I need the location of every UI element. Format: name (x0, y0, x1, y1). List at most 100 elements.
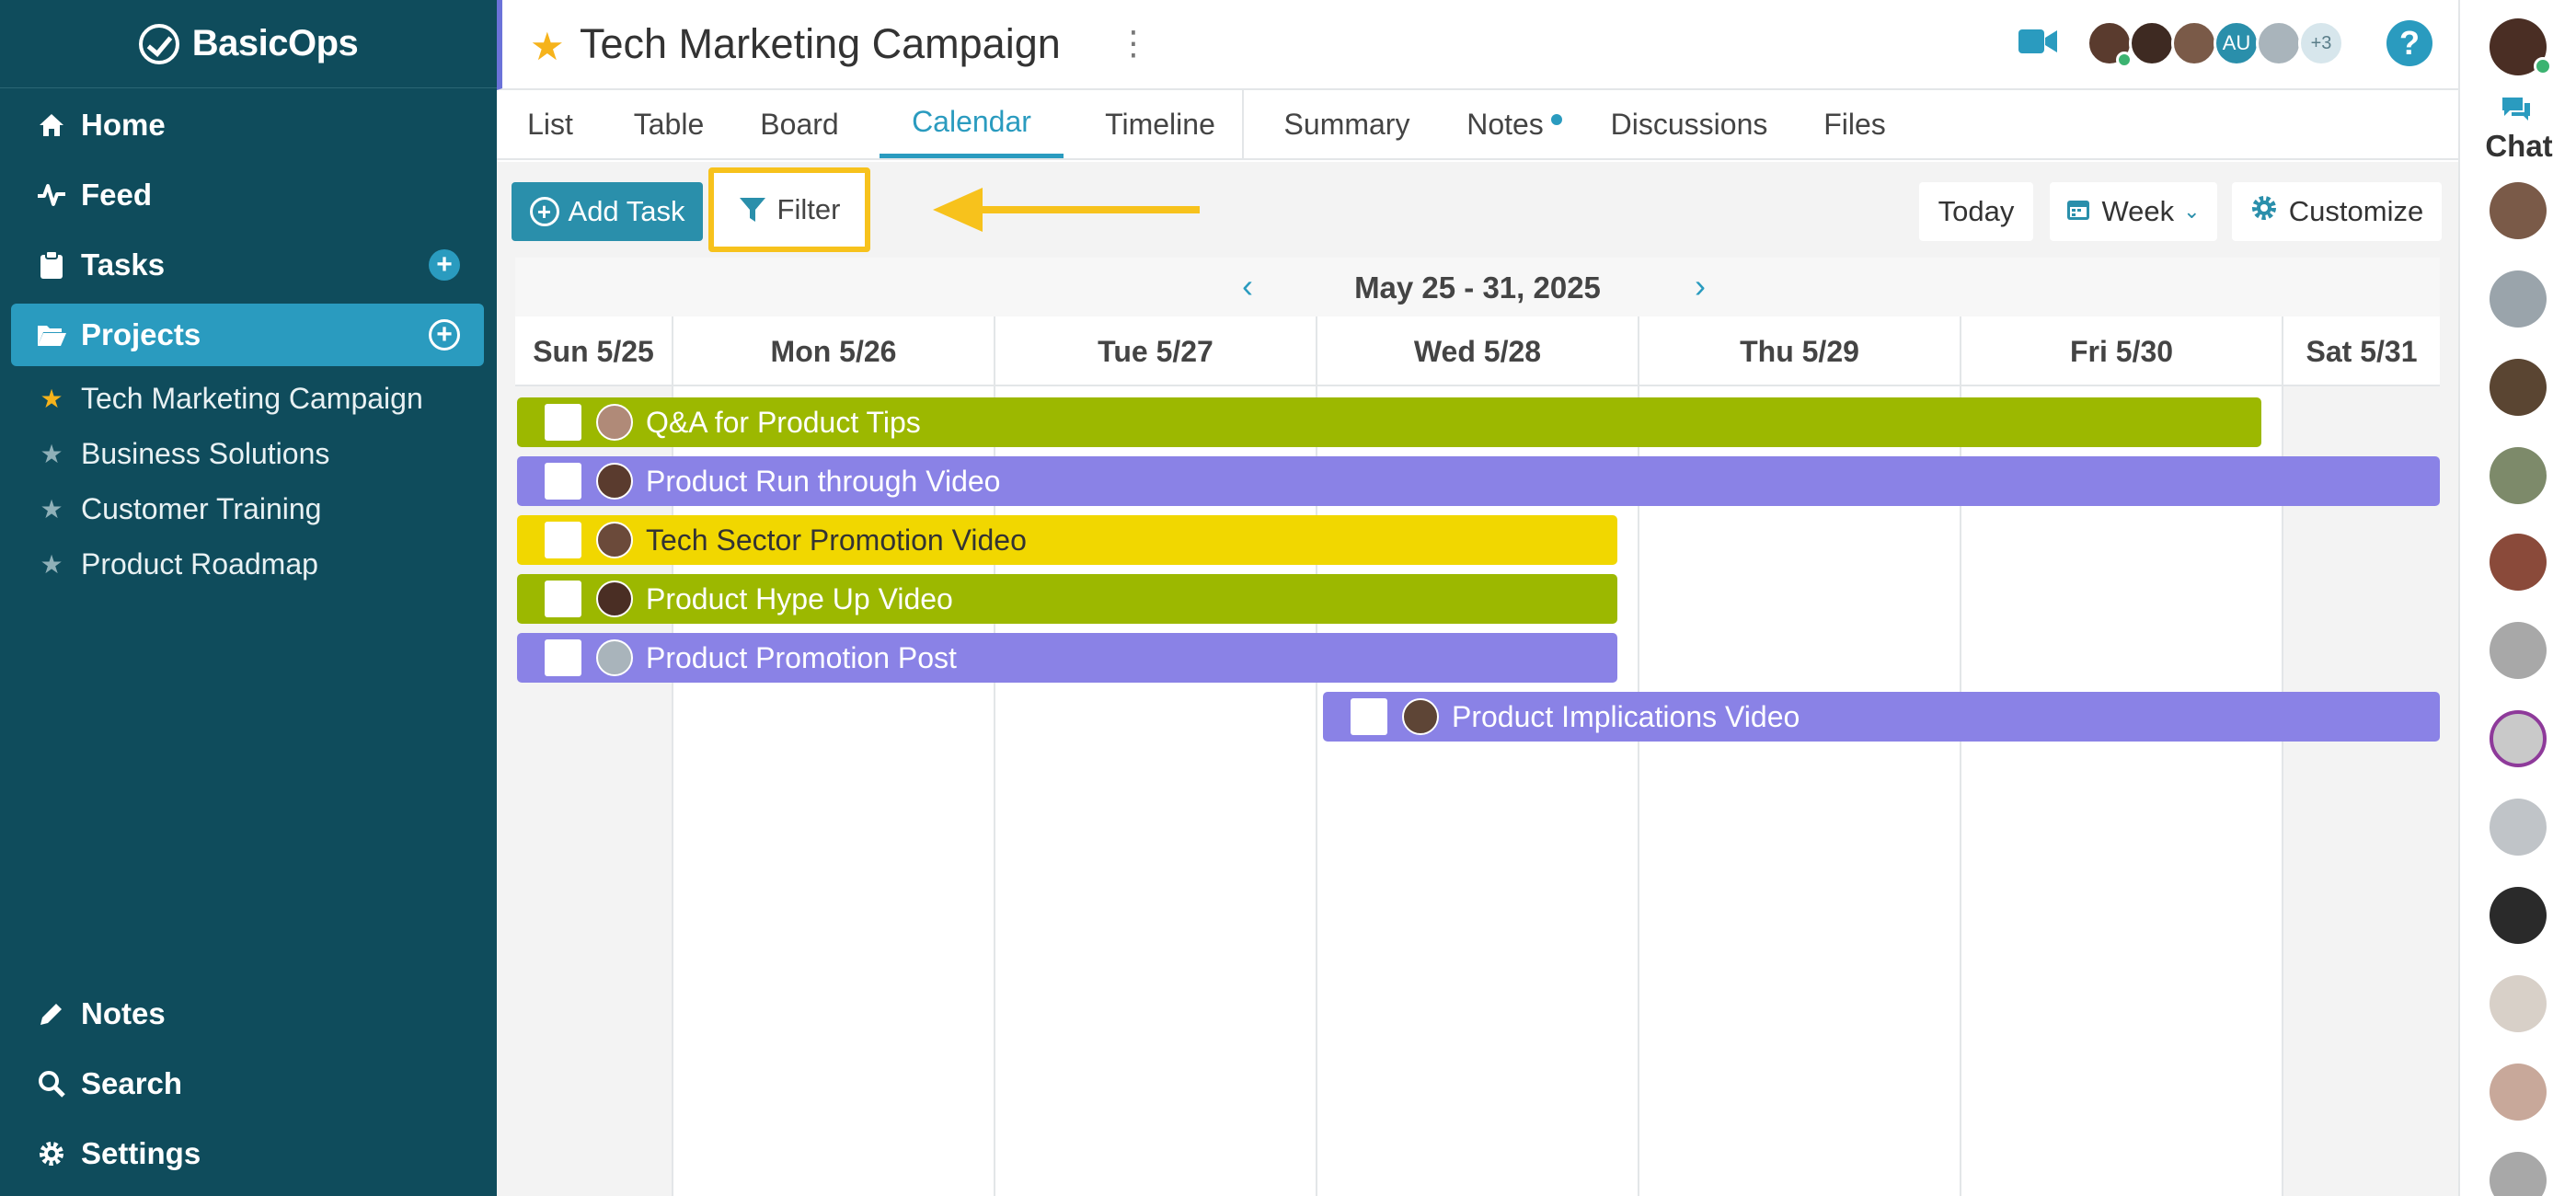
nav-home[interactable]: Home (11, 94, 484, 156)
chevron-right-icon[interactable]: › (1695, 267, 1706, 305)
tab-summary[interactable]: Summary (1260, 90, 1433, 158)
day-header-row: Sun 5/25 Mon 5/26 Tue 5/27 Wed 5/28 Thu … (515, 316, 2440, 386)
task-bar[interactable]: Product Promotion Post (517, 633, 1617, 683)
tab-discussions[interactable]: Discussions (1597, 90, 1781, 158)
chat-user-avatar[interactable] (2490, 710, 2547, 767)
chat-user-avatar[interactable] (2490, 887, 2547, 944)
chat-user-avatar[interactable] (2490, 622, 2547, 679)
nav-tasks-label: Tasks (81, 247, 166, 282)
chat-user-avatar[interactable] (2490, 799, 2547, 856)
task-checkbox[interactable] (545, 522, 581, 558)
more-options-icon[interactable]: ⋮ (1117, 24, 1150, 63)
task-bar[interactable]: Q&A for Product Tips (517, 397, 2261, 447)
member-avatar-initials[interactable]: AU (2214, 20, 2260, 66)
customize-label: Customize (2288, 195, 2424, 227)
task-label: Product Promotion Post (646, 640, 957, 674)
member-avatar[interactable] (2171, 20, 2217, 66)
customize-button[interactable]: Customize (2232, 182, 2442, 241)
day-header: Thu 5/29 (1638, 316, 1960, 386)
task-label: Product Hype Up Video (646, 581, 953, 615)
nav-home-label: Home (81, 108, 166, 142)
chat-user-avatar[interactable] (2490, 447, 2547, 504)
column-divider (672, 386, 673, 1196)
day-header: Wed 5/28 (1316, 316, 1638, 386)
nav-search[interactable]: Search (11, 1052, 484, 1115)
unread-dot (1550, 114, 1562, 125)
nav-feed[interactable]: Feed (11, 164, 484, 226)
chat-user-avatar[interactable] (2490, 975, 2547, 1032)
chat-user-avatar[interactable] (2490, 534, 2547, 591)
nav-settings[interactable]: Settings (11, 1122, 484, 1185)
column-divider (1316, 386, 1317, 1196)
tab-notes-label: Notes (1466, 107, 1544, 141)
pencil-icon (35, 1000, 68, 1028)
filter-icon (739, 198, 765, 222)
project-item-business-solutions[interactable]: ★ Business Solutions (35, 431, 329, 477)
project-item-customer-training[interactable]: ★ Customer Training (35, 486, 321, 532)
chat-user-avatar[interactable] (2490, 1064, 2547, 1121)
chat-user-avatar[interactable] (2490, 182, 2547, 239)
chat-user-avatar[interactable] (2490, 1152, 2547, 1196)
task-bar[interactable]: Tech Sector Promotion Video (517, 515, 1617, 565)
chat-bubble-icon[interactable] (2501, 96, 2532, 129)
favorite-star-icon[interactable]: ★ (530, 24, 565, 69)
task-checkbox[interactable] (545, 404, 581, 441)
tab-list[interactable]: List (497, 90, 604, 158)
day-header: Sat 5/31 (2282, 316, 2440, 386)
more-members-badge[interactable]: +3 (2298, 20, 2344, 66)
nav-notes[interactable]: Notes (11, 983, 484, 1045)
nav-feed-label: Feed (81, 178, 153, 212)
project-item-tech-marketing[interactable]: ★ Tech Marketing Campaign (35, 375, 422, 421)
callout-arrow-icon (933, 188, 1200, 232)
search-icon (35, 1070, 68, 1098)
task-bar[interactable]: Product Implications Video (1323, 692, 2440, 742)
week-view-select[interactable]: Week ⌄ (2050, 182, 2217, 241)
calendar-nav: ‹ May 25 - 31, 2025 › (515, 258, 2440, 316)
project-header: ★ Tech Marketing Campaign ⋮ AU +3 ? (497, 0, 2458, 90)
tab-timeline[interactable]: Timeline (1082, 90, 1238, 158)
tab-separator (1242, 90, 1244, 158)
add-task-plus-icon[interactable]: + (429, 249, 460, 281)
task-bar[interactable]: Product Hype Up Video (517, 574, 1617, 624)
tab-notes[interactable]: Notes (1450, 90, 1579, 158)
task-label: Product Run through Video (646, 464, 1001, 498)
tab-table[interactable]: Table (604, 90, 734, 158)
online-status-dot (2534, 57, 2552, 75)
task-checkbox[interactable] (545, 639, 581, 676)
day-header: Fri 5/30 (1960, 316, 2282, 386)
nav-tasks[interactable]: Tasks + (11, 234, 484, 296)
task-bar[interactable]: Product Run through Video (517, 456, 2440, 506)
chat-user-avatar[interactable] (2490, 359, 2547, 416)
tab-board[interactable]: Board (734, 90, 865, 158)
assignee-avatar (596, 522, 633, 558)
tab-files[interactable]: Files (1800, 90, 1910, 158)
star-icon[interactable]: ★ (35, 549, 68, 580)
star-icon[interactable]: ★ (35, 494, 68, 524)
filter-label: Filter (776, 193, 841, 225)
member-avatar[interactable] (2256, 20, 2302, 66)
nav-notes-label: Notes (81, 996, 166, 1030)
project-item-product-roadmap[interactable]: ★ Product Roadmap (35, 541, 317, 587)
assignee-avatar (596, 581, 633, 617)
video-call-icon[interactable] (2018, 28, 2057, 55)
tab-calendar[interactable]: Calendar (880, 90, 1064, 158)
nav-projects[interactable]: Projects + (11, 304, 484, 366)
calendar-icon (2066, 195, 2090, 228)
add-project-plus-icon[interactable]: + (429, 319, 460, 351)
app-logo[interactable]: BasicOps (0, 0, 497, 88)
star-icon[interactable]: ★ (35, 384, 68, 414)
task-checkbox[interactable] (545, 463, 581, 500)
task-checkbox[interactable] (1351, 698, 1387, 735)
filter-button[interactable]: Filter (708, 167, 870, 252)
member-avatar[interactable] (2129, 20, 2175, 66)
column-divider (2282, 386, 2283, 1196)
star-icon[interactable]: ★ (35, 439, 68, 469)
today-button[interactable]: Today (1919, 182, 2033, 241)
weekend-column (2282, 386, 2440, 1196)
nav-search-label: Search (81, 1066, 183, 1100)
task-checkbox[interactable] (545, 581, 581, 617)
help-button[interactable]: ? (2386, 20, 2432, 66)
add-task-button[interactable]: + Add Task (512, 182, 703, 241)
chat-user-avatar[interactable] (2490, 270, 2547, 328)
task-label: Tech Sector Promotion Video (646, 523, 1027, 557)
